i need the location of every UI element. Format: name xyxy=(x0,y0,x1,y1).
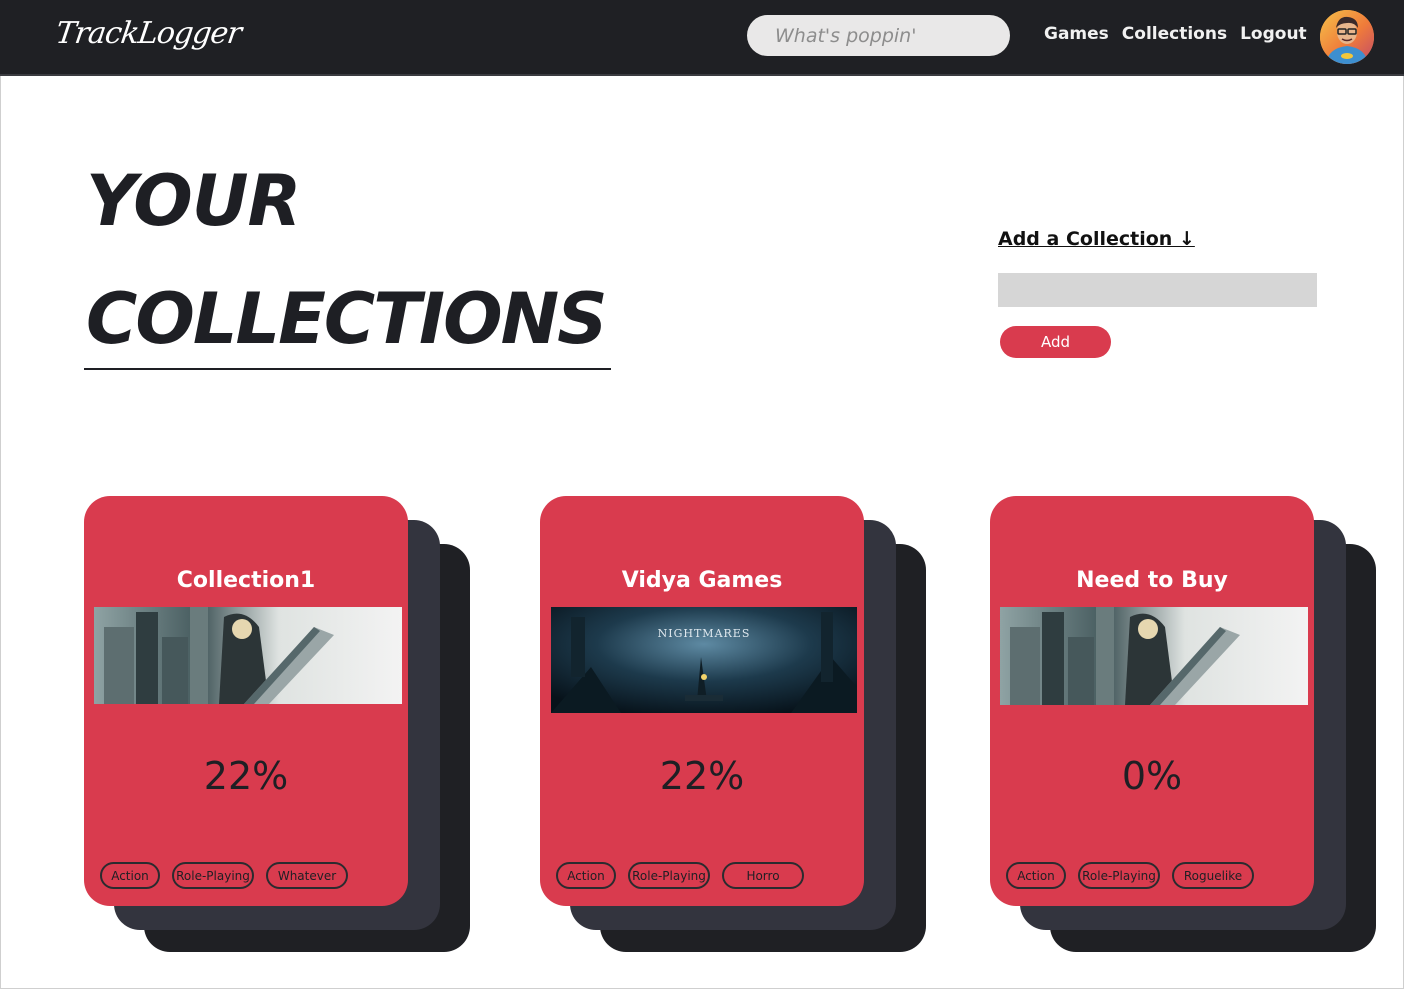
navbar: TrackLogger Games Collections Logout xyxy=(0,0,1404,76)
tag-list: Action Role-Playing Roguelike xyxy=(1006,862,1266,889)
nav-link-games[interactable]: Games xyxy=(1044,24,1109,44)
nav-links: Games Collections Logout xyxy=(1044,24,1320,44)
genre-tag[interactable]: Role-Playing xyxy=(628,862,710,889)
cover-image-caption: NIGHTMARES xyxy=(657,627,751,640)
genre-tag[interactable]: Horro xyxy=(722,862,804,889)
add-collection-title: Add a Collection ↓ xyxy=(998,228,1195,250)
genre-tag[interactable]: Action xyxy=(1006,862,1066,889)
search-input[interactable] xyxy=(747,15,1010,56)
user-avatar[interactable] xyxy=(1320,10,1374,64)
avatar-illustration-icon xyxy=(1320,10,1374,64)
genre-tag[interactable]: Role-Playing xyxy=(172,862,254,889)
collection-card-stack[interactable]: Collection1 22% Action Role-Playing What… xyxy=(84,496,474,956)
collection-card-stack[interactable]: Vidya Games NIGHTMARES 22% Action Role-P… xyxy=(540,496,930,956)
completion-percent: 0% xyxy=(1121,754,1183,798)
collection-title: Need to Buy xyxy=(1076,568,1228,593)
tag-list: Action Role-Playing Whatever xyxy=(100,862,360,889)
genre-tag[interactable]: Roguelike xyxy=(1172,862,1254,889)
collection-name-input[interactable] xyxy=(998,273,1317,307)
genre-tag[interactable]: Whatever xyxy=(266,862,348,889)
collection-card[interactable]: Need to Buy 0% Action Role-Playing Rogue… xyxy=(990,496,1314,906)
tag-list: Action Role-Playing Horro xyxy=(556,862,816,889)
nav-link-logout[interactable]: Logout xyxy=(1240,24,1307,44)
genre-tag[interactable]: Action xyxy=(100,862,160,889)
genre-tag[interactable]: Action xyxy=(556,862,616,889)
collection-card[interactable]: Collection1 22% Action Role-Playing What… xyxy=(84,496,408,906)
completion-percent: 22% xyxy=(203,754,289,798)
collection-title: Collection1 xyxy=(176,568,316,593)
collection-title: Vidya Games xyxy=(621,568,783,593)
add-collection-button[interactable]: Add xyxy=(1000,326,1111,358)
title-underline xyxy=(84,368,611,370)
collection-card[interactable]: Vidya Games NIGHTMARES 22% Action Role-P… xyxy=(540,496,864,906)
collection-cover-image xyxy=(94,607,402,704)
page-title-line2: COLLECTIONS xyxy=(86,278,608,360)
collection-cover-image xyxy=(1000,607,1308,705)
nav-link-collections[interactable]: Collections xyxy=(1122,24,1227,44)
page-title-line1: YOUR xyxy=(86,160,301,242)
completion-percent: 22% xyxy=(659,754,745,798)
genre-tag[interactable]: Role-Playing xyxy=(1078,862,1160,889)
collection-card-stack[interactable]: Need to Buy 0% Action Role-Playing Rogue… xyxy=(990,496,1380,956)
app-logo[interactable]: TrackLogger xyxy=(54,16,244,51)
collection-cover-image: NIGHTMARES xyxy=(551,607,857,713)
